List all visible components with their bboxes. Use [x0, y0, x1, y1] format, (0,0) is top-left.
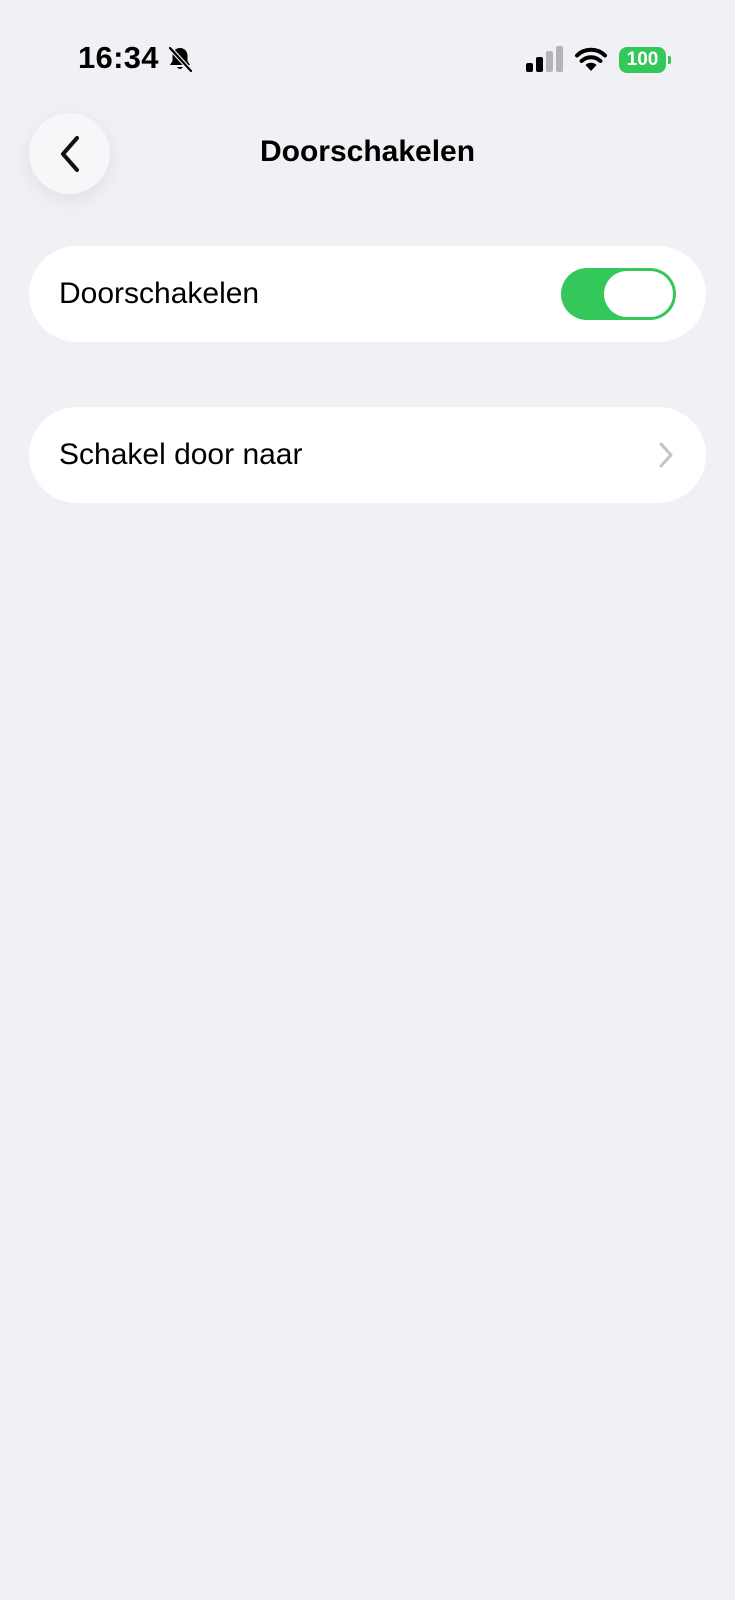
status-bar: 16:34 100	[0, 0, 735, 110]
cellular-signal-icon	[526, 46, 563, 72]
forwarding-toggle[interactable]	[561, 268, 676, 320]
page-title: Doorschakelen	[259, 135, 476, 168]
toggle-knob	[604, 271, 673, 317]
forwarding-toggle-row: Doorschakelen	[29, 246, 706, 342]
forward-to-label: Schakel door naar	[59, 438, 303, 471]
battery-cap	[668, 56, 671, 64]
forwarding-label: Doorschakelen	[59, 277, 260, 310]
battery-level: 100	[619, 47, 666, 73]
chevron-right-icon	[659, 442, 673, 468]
forward-to-row[interactable]: Schakel door naar	[29, 407, 706, 503]
wifi-icon	[575, 47, 607, 71]
status-time: 16:34	[78, 40, 159, 75]
battery-icon: 100	[619, 47, 671, 73]
bell-slash-icon	[168, 46, 193, 73]
